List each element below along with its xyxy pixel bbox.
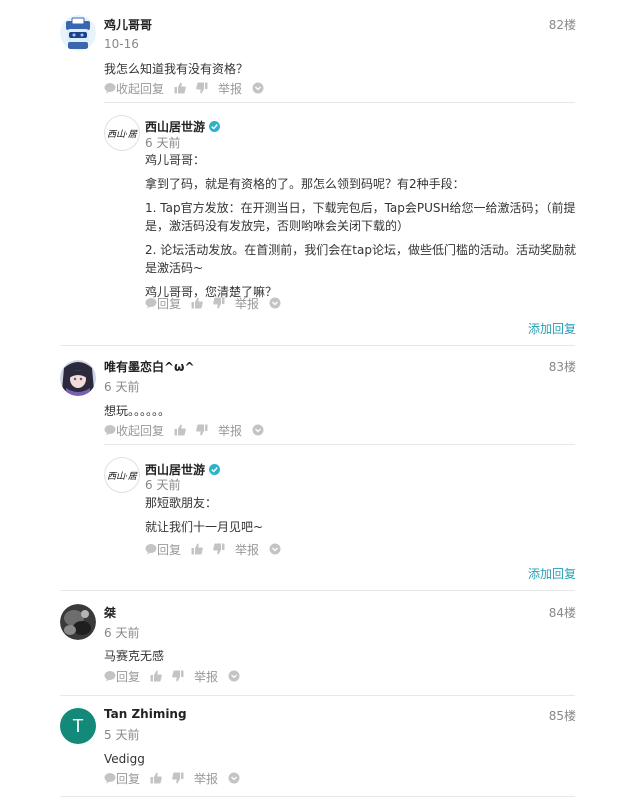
xishanju-logo: 西山·居 [104,457,140,493]
timestamp: 5 天前 [104,728,140,742]
avatar[interactable] [60,15,96,51]
comment-icon [104,82,116,94]
like-button[interactable] [191,297,203,309]
username[interactable]: 桀 [104,604,116,621]
verified-icon [209,464,221,475]
comment-text: 想玩。。。。。。 [104,404,171,418]
timestamp: 10-16 [104,37,139,51]
more-options-icon[interactable] [269,297,281,309]
dislike-button[interactable] [172,772,184,784]
dislike-button[interactable] [196,82,208,94]
comment-icon [145,297,157,309]
reply-button[interactable]: 回复 [145,295,181,312]
comment-icon [104,670,116,682]
username[interactable]: 鸡儿哥哥 [104,16,152,33]
dislike-button[interactable] [213,297,225,309]
floor-number: 83楼 [548,360,576,374]
add-reply-link[interactable]: 添加回复 [528,320,576,337]
collapse-replies-button[interactable]: 收起回复 [104,80,164,97]
thumbs-down-icon [213,543,225,555]
comment-text: 马赛克无感 [104,649,165,663]
avatar[interactable]: T [60,708,96,744]
thumbs-up-icon [174,424,186,436]
comment-actions: 回复 举报 [104,668,240,684]
comment-text: Vedigg [104,752,145,766]
reply-button[interactable]: 回复 [104,770,140,787]
comment-text: 我怎么知道我有没有资格？ [104,62,249,76]
report-button[interactable]: 举报 [235,541,259,558]
timestamp: 6 天前 [104,626,140,640]
more-options-icon[interactable] [228,670,240,682]
like-button[interactable] [191,543,203,555]
avatar[interactable] [60,360,96,396]
like-button[interactable] [150,772,162,784]
floor-number: 84楼 [548,606,576,620]
verified-icon [209,121,221,132]
reply-button[interactable]: 回复 [145,541,181,558]
comment-divider [60,590,575,591]
like-button[interactable] [174,82,186,94]
more-options-icon[interactable] [228,772,240,784]
comment-icon [145,543,157,555]
username[interactable]: 唯有墨恋白^ω^ [104,358,195,375]
reply-timestamp: 6 天前 [145,136,181,150]
thumbs-up-icon [150,670,162,682]
thumbs-down-icon [196,82,208,94]
more-options-icon[interactable] [252,424,264,436]
floor-number: 82楼 [548,18,576,32]
divider [104,102,575,103]
xishanju-logo: 西山·居 [104,115,140,151]
reply-username[interactable]: 西山居世游 [145,118,221,135]
divider [104,444,575,445]
comment-icon [104,424,116,436]
comment-actions: 收起回复 举报 [104,422,264,438]
reply-text: 鸡儿哥哥： 拿到了码，就是有资格的了。那怎么领到码呢？有2种手段： 1. Tap… [145,153,576,299]
report-button[interactable]: 举报 [194,770,218,787]
avatar-letter: T [72,715,84,736]
thumbs-down-icon [172,670,184,682]
comment-icon [104,772,116,784]
reply-avatar[interactable]: 西山·居 [104,115,140,151]
like-button[interactable] [150,670,162,682]
report-button[interactable]: 举报 [235,295,259,312]
username[interactable]: Tan Zhiming [104,707,187,721]
thumbs-up-icon [191,543,203,555]
thumbs-up-icon [174,82,186,94]
floor-number: 85楼 [548,709,576,723]
more-options-icon[interactable] [269,543,281,555]
timestamp: 6 天前 [104,380,140,394]
thumbs-down-icon [213,297,225,309]
collapse-replies-button[interactable]: 收起回复 [104,422,164,439]
avatar[interactable] [60,604,96,640]
report-button[interactable]: 举报 [194,668,218,685]
comment-82: 鸡儿哥哥 82楼 10-16 我怎么知道我有没有资格？ 收起回复 举报 西山·居… [0,0,642,342]
dislike-button[interactable] [172,670,184,682]
dislike-button[interactable] [213,543,225,555]
reply-timestamp: 6 天前 [145,478,181,492]
reply-avatar[interactable]: 西山·居 [104,457,140,493]
more-options-icon[interactable] [252,82,264,94]
comment-actions: 收起回复 举报 [104,80,264,96]
reply-actions: 回复 举报 [145,295,281,311]
comment-actions: 回复 举报 [104,770,240,786]
dislike-button[interactable] [196,424,208,436]
comment-divider [60,695,575,696]
thumbs-down-icon [196,424,208,436]
reply-button[interactable]: 回复 [104,668,140,685]
thumbs-down-icon [172,772,184,784]
comment-divider [60,796,575,797]
comment-divider [60,345,575,346]
report-button[interactable]: 举报 [218,422,242,439]
add-reply-link[interactable]: 添加回复 [528,565,576,582]
reply-actions: 回复 举报 [145,541,281,557]
like-button[interactable] [174,424,186,436]
report-button[interactable]: 举报 [218,80,242,97]
reply-text: 那短歌朋友： 就让我们十一月见吧~ [145,496,264,534]
thumbs-up-icon [150,772,162,784]
thumbs-up-icon [191,297,203,309]
